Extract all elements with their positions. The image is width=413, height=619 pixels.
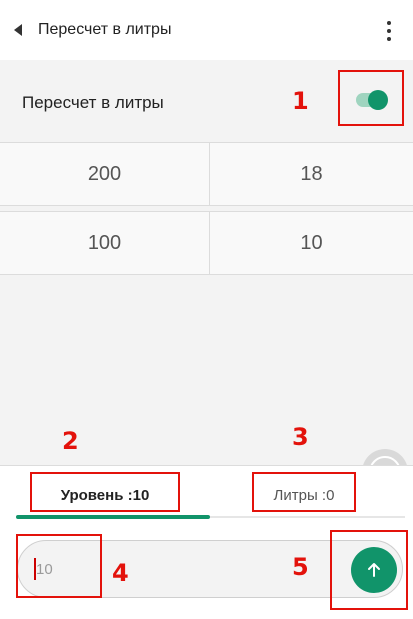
annotation-number-4: 4	[112, 559, 129, 587]
annotation-box-3	[252, 472, 356, 512]
table-cell-level: 100	[0, 212, 210, 274]
toggle-label: Пересчет в литры	[22, 93, 164, 112]
table-cell-liters: 10	[300, 232, 323, 254]
app-bar: Пересчет в литры	[0, 0, 413, 60]
page-title: Пересчет в литры	[38, 21, 172, 38]
annotation-number-2: 2	[62, 427, 79, 455]
annotation-number-3: 3	[292, 423, 309, 451]
tab-indicator	[16, 515, 210, 519]
table-row[interactable]: 100 10	[0, 211, 413, 275]
annotation-box-2	[30, 472, 180, 512]
annotation-box-4	[16, 534, 102, 598]
back-arrow-icon[interactable]	[14, 24, 22, 36]
tab-track	[210, 516, 405, 518]
table-row[interactable]: 200 18	[0, 142, 413, 206]
annotation-number-5: 5	[292, 553, 309, 581]
annotation-box-1	[338, 70, 404, 126]
annotation-box-5	[330, 530, 408, 610]
annotation-number-1: 1	[292, 87, 309, 115]
table-cell-level: 200	[0, 143, 210, 205]
more-vert-icon[interactable]	[382, 20, 396, 42]
table-cell-liters: 18	[300, 163, 323, 185]
